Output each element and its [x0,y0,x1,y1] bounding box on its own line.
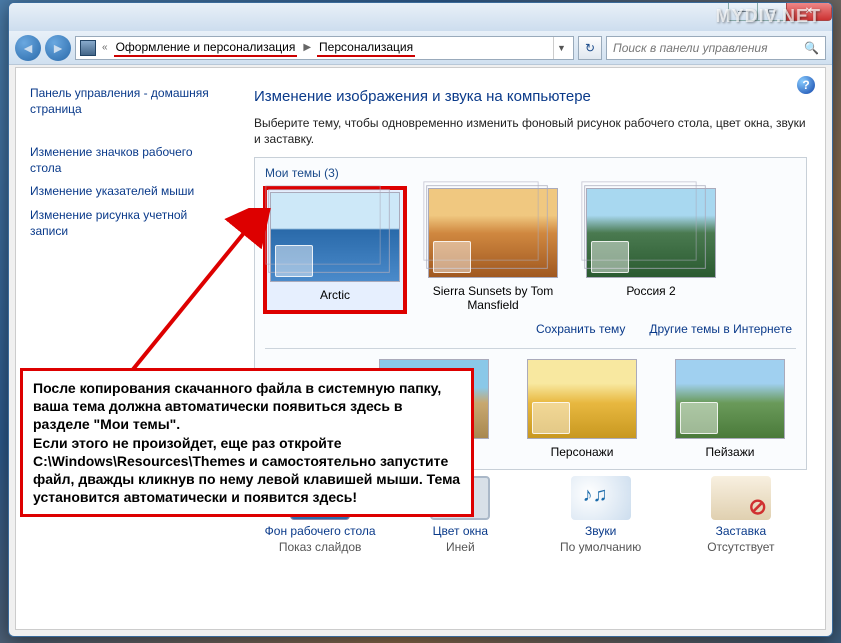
theme-landscapes[interactable]: Пейзажи [670,359,790,459]
page-title: Изменение изображения и звука на компьют… [254,88,807,105]
help-icon[interactable]: ? [797,76,815,94]
content-area: Панель управления - домашняя страница Из… [15,67,826,630]
theme-label: Sierra Sunsets by Tom Mansfield [423,284,563,312]
theme-russia[interactable]: Россия 2 [581,188,721,312]
search-icon: 🔍 [804,41,819,55]
theme-label: Персонажи [522,445,642,459]
setting-title: Заставка [675,524,807,538]
sidebar-desktop-icons-link[interactable]: Изменение значков рабочего стола [30,145,222,176]
nav-back-button[interactable]: ◄ [15,35,41,61]
refresh-button[interactable]: ↻ [578,36,602,60]
breadcrumb-dropdown[interactable]: ▼ [553,37,569,59]
setting-title: Цвет окна [394,524,526,538]
nav-toolbar: ◄ ► « Оформление и персонализация ▶ Перс… [9,31,832,65]
sidebar-mouse-pointers-link[interactable]: Изменение указателей мыши [30,184,222,200]
sidebar-home-link[interactable]: Панель управления - домашняя страница [30,86,222,117]
sidebar-account-picture-link[interactable]: Изменение рисунка учетной записи [30,208,222,239]
page-description: Выберите тему, чтобы одновременно измени… [254,115,807,147]
save-theme-link[interactable]: Сохранить тему [536,322,625,336]
address-bar[interactable]: « Оформление и персонализация ▶ Персонал… [75,36,574,60]
theme-label: Arctic [265,288,405,302]
divider [265,348,796,349]
setting-title: Фон рабочего стола [254,524,386,538]
annotation-box: После копирования скачанного файла в сис… [20,368,474,517]
watermark: MYDIV.NET [716,6,821,27]
breadcrumb-appearance[interactable]: Оформление и персонализация [114,38,298,57]
sounds-button[interactable]: Звуки По умолчанию [535,476,667,554]
theme-label: Пейзажи [670,445,790,459]
setting-value: По умолчанию [535,540,667,554]
sound-icon [571,476,631,520]
explorer-window: — ▭ ✕ ◄ ► « Оформление и персонализация … [8,2,833,637]
search-input[interactable]: Поиск в панели управления 🔍 [606,36,826,60]
chevron-right-icon: « [98,42,112,53]
setting-title: Звуки [535,524,667,538]
setting-value: Показ слайдов [254,540,386,554]
chevron-right-icon: ▶ [299,42,315,53]
titlebar: — ▭ ✕ [9,3,832,31]
control-panel-icon [80,40,96,56]
search-placeholder: Поиск в панели управления [613,41,768,55]
nav-forward-button[interactable]: ► [45,35,71,61]
setting-value: Иней [394,540,526,554]
theme-label: Россия 2 [581,284,721,298]
screensaver-icon [711,476,771,520]
themes-online-link[interactable]: Другие темы в Интернете [649,322,792,336]
main-panel: ? Изменение изображения и звука на компь… [236,68,825,629]
sidebar: Панель управления - домашняя страница Из… [16,68,236,629]
theme-characters[interactable]: Персонажи [522,359,642,459]
theme-arctic[interactable]: Arctic [265,188,405,312]
breadcrumb-personalization[interactable]: Персонализация [317,38,415,57]
setting-value: Отсутствует [675,540,807,554]
screensaver-button[interactable]: Заставка Отсутствует [675,476,807,554]
my-themes-label: Мои темы (3) [265,166,796,180]
theme-sierra[interactable]: Sierra Sunsets by Tom Mansfield [423,188,563,312]
